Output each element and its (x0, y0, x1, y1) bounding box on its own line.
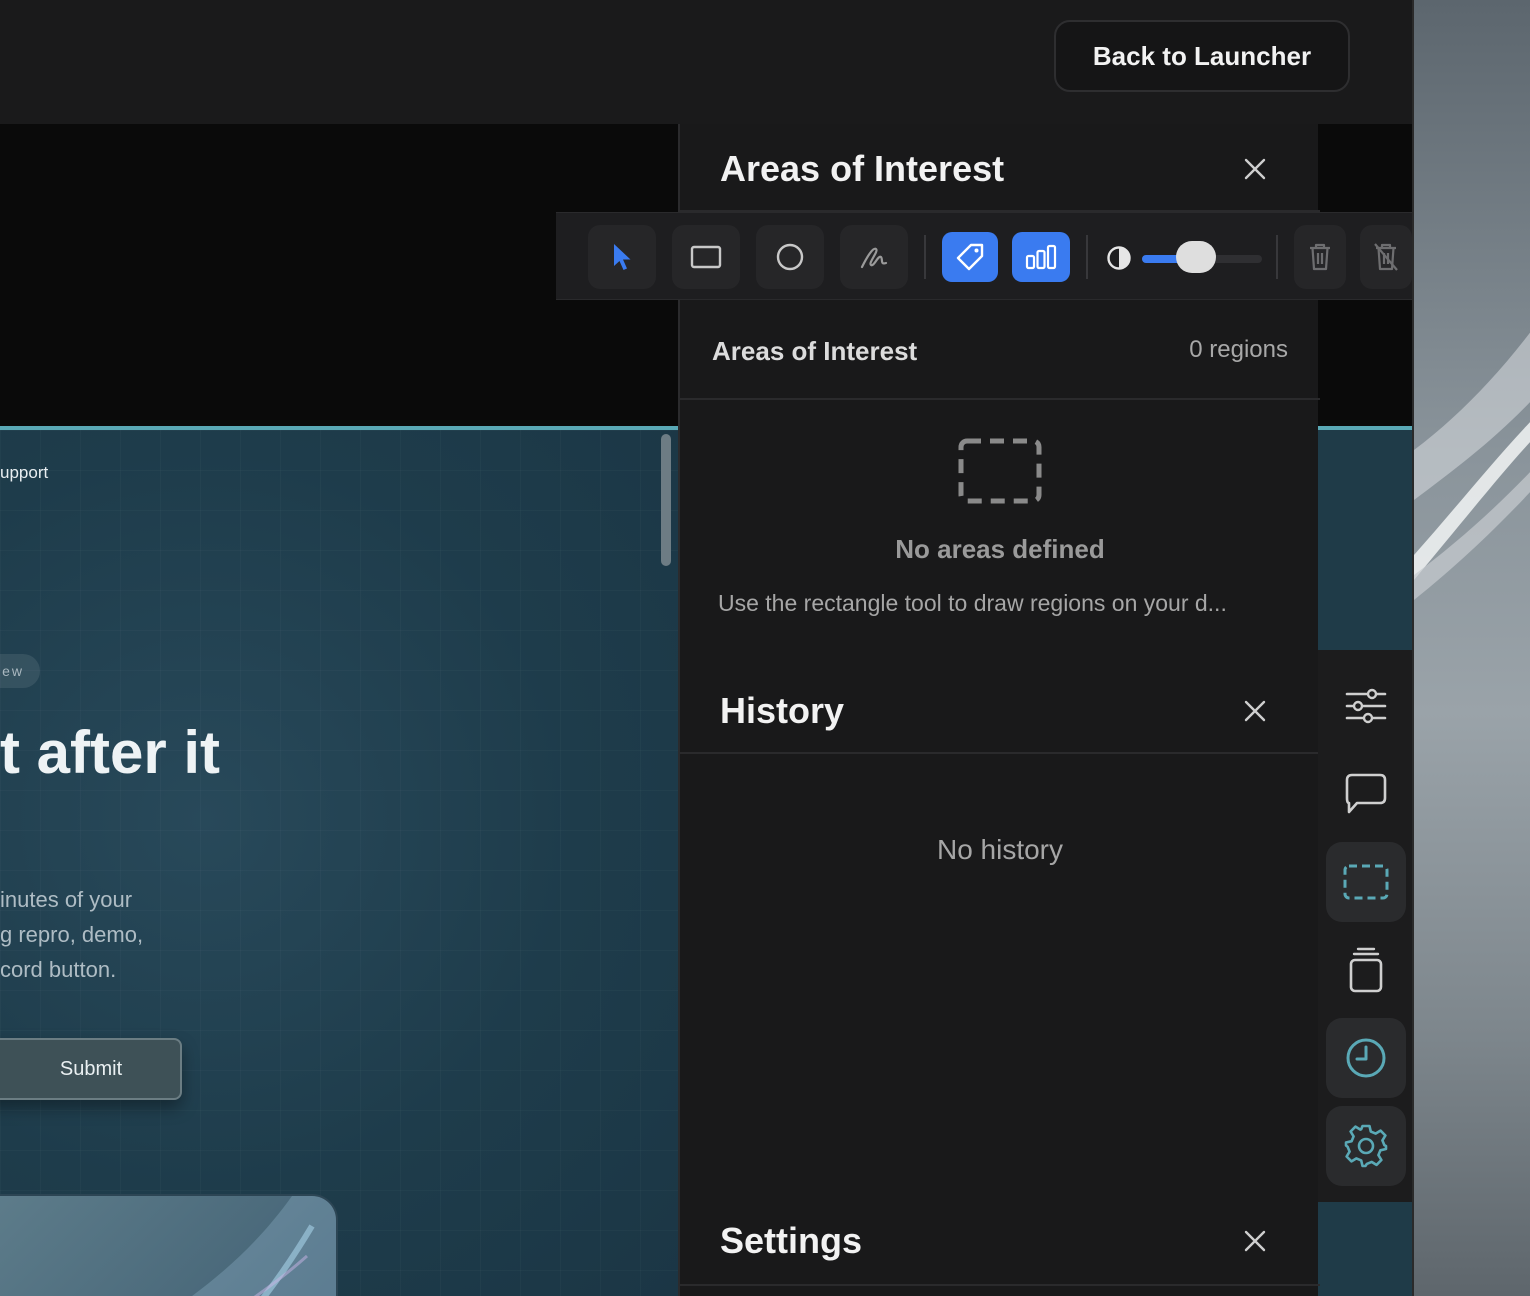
signature-icon (860, 247, 888, 269)
areas-subheader: Areas of Interest 0 regions (680, 304, 1320, 400)
desktop-background (1412, 0, 1530, 1296)
app-window: Back to Launcher upport ew t after it in… (0, 0, 1530, 1296)
close-history-button[interactable] (1240, 696, 1270, 726)
rectangle-icon (690, 245, 722, 269)
site-submit-button[interactable]: Submit (0, 1038, 182, 1100)
toolbar-divider (1086, 235, 1088, 279)
close-settings-button[interactable] (1240, 1226, 1270, 1256)
back-to-launcher-button[interactable]: Back to Launcher (1054, 20, 1350, 92)
dock-item-areas[interactable] (1326, 842, 1406, 922)
top-bar: Back to Launcher (0, 0, 1414, 124)
site-badge: ew (0, 654, 40, 688)
chart-tool-button[interactable] (1012, 232, 1070, 282)
site-nav-link[interactable]: upport (0, 463, 48, 483)
delete-all-button[interactable] (1360, 225, 1412, 289)
site-headline: t after it (0, 719, 221, 786)
circle-icon (776, 243, 804, 271)
contrast-icon (1107, 246, 1131, 270)
site-preview-edge (1318, 426, 1412, 650)
regions-count: 0 regions (1189, 336, 1288, 363)
clock-icon (1346, 1038, 1386, 1078)
areas-subheader-title: Areas of Interest (712, 336, 918, 366)
trash-icon (1310, 243, 1330, 271)
dock-item-adjustments[interactable] (1326, 666, 1406, 746)
tag-icon (956, 243, 984, 271)
site-grid (0, 430, 680, 1296)
pointer-icon (614, 244, 631, 270)
site-preview-edge (1318, 1202, 1412, 1296)
stack-icon (1349, 947, 1383, 993)
toolbar-divider (1276, 235, 1278, 279)
sliders-icon (1345, 688, 1387, 724)
site-paragraph: inutes of your g repro, demo, cord butto… (0, 882, 200, 987)
site-preview-card (0, 1194, 338, 1296)
freehand-tool-button[interactable] (840, 225, 908, 289)
comment-icon (1345, 773, 1387, 814)
empty-area-icon (958, 438, 1042, 504)
tag-tool-button[interactable] (942, 232, 998, 282)
no-history-text: No history (936, 834, 1064, 865)
select-tool-button[interactable] (588, 225, 656, 289)
close-areas-button[interactable] (1240, 154, 1270, 184)
site-paragraph-line: g repro, demo, (0, 922, 144, 947)
empty-areas-description: Use the rectangle tool to draw regions o… (718, 590, 1227, 616)
bar-chart-icon (1025, 244, 1057, 270)
areas-panel-header: Areas of Interest (680, 124, 1320, 212)
panel-title: Settings (720, 1220, 863, 1261)
delete-button[interactable] (1294, 225, 1346, 289)
site-preview: upport ew t after it inutes of your g re… (0, 426, 680, 1296)
site-paragraph-line: inutes of your (0, 887, 133, 912)
opacity-slider-thumb[interactable] (1176, 241, 1216, 273)
dock-item-history[interactable] (1326, 1018, 1406, 1098)
empty-areas-title: No areas defined (895, 534, 1105, 564)
settings-panel-header: Settings (680, 1196, 1320, 1286)
close-icon (1244, 1230, 1266, 1252)
trash-all-icon (1374, 243, 1398, 271)
rectangle-tool-button[interactable] (672, 225, 740, 289)
panel-title: Areas of Interest (720, 148, 1005, 189)
dock-item-layers[interactable] (1326, 930, 1406, 1010)
drawing-toolbar (556, 212, 1412, 300)
panel-title: History (720, 690, 845, 731)
close-icon (1244, 158, 1266, 180)
site-scrollbar[interactable] (661, 434, 671, 566)
site-paragraph-line: cord button. (0, 957, 117, 982)
sidebar-dock (1318, 650, 1412, 1202)
area-select-icon (1343, 864, 1389, 900)
gear-icon (1344, 1124, 1388, 1168)
toolbar-divider (924, 235, 926, 279)
history-panel-header: History (680, 666, 1320, 754)
ellipse-tool-button[interactable] (756, 225, 824, 289)
dock-item-comments[interactable] (1326, 754, 1406, 834)
dock-item-settings[interactable] (1326, 1106, 1406, 1186)
close-icon (1244, 700, 1266, 722)
